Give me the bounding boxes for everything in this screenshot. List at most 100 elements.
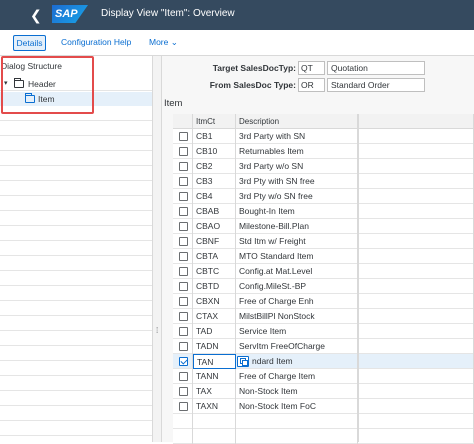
row-selector-cell[interactable] <box>173 129 193 144</box>
table-row[interactable]: CBXN Free of Charge Enh <box>173 294 474 309</box>
row-checkbox[interactable] <box>179 252 188 261</box>
itmct-cell[interactable]: CBTC <box>193 264 236 279</box>
row-selector-cell[interactable] <box>173 294 193 309</box>
row-checkbox[interactable] <box>179 312 188 321</box>
itmct-cell[interactable]: CBAO <box>193 219 236 234</box>
table-row[interactable]: CB1 3rd Party with SN <box>173 129 474 144</box>
table-row[interactable]: TAD Service Item <box>173 324 474 339</box>
row-checkbox[interactable] <box>179 222 188 231</box>
row-checkbox[interactable] <box>179 342 188 351</box>
row-checkbox[interactable] <box>179 162 188 171</box>
description-cell: MTO Standard Item <box>236 249 358 264</box>
itmct-cell[interactable]: CB4 <box>193 189 236 204</box>
empty-cell <box>358 384 474 399</box>
table-row[interactable]: TANN Free of Charge Item <box>173 369 474 384</box>
row-selector-cell[interactable] <box>173 234 193 249</box>
table-row[interactable]: CBNF Std Itm w/ Freight <box>173 234 474 249</box>
row-checkbox[interactable] <box>179 402 188 411</box>
row-checkbox[interactable] <box>179 147 188 156</box>
itmct-cell[interactable]: TADN <box>193 339 236 354</box>
row-selector-cell[interactable] <box>173 249 193 264</box>
itmct-cell[interactable]: CBNF <box>193 234 236 249</box>
configuration-help-button[interactable]: Configuration Help <box>61 35 131 51</box>
details-button[interactable]: Details <box>13 35 46 51</box>
row-selector-cell[interactable] <box>173 279 193 294</box>
itmct-cell[interactable]: CTAX <box>193 309 236 324</box>
row-selector-cell[interactable] <box>173 174 193 189</box>
row-selector-cell[interactable] <box>173 264 193 279</box>
table-row[interactable]: CB10 Returnables Item <box>173 144 474 159</box>
column-header-description[interactable]: Description <box>236 114 358 129</box>
row-checkbox[interactable] <box>179 282 188 291</box>
itmct-cell[interactable]: CBXN <box>193 294 236 309</box>
row-checkbox[interactable] <box>179 267 188 276</box>
table-row[interactable]: CBAO Milestone-Bill.Plan <box>173 219 474 234</box>
itmct-cell[interactable]: TAX <box>193 384 236 399</box>
back-icon[interactable]: ❮ <box>30 6 44 24</box>
itmct-cell[interactable] <box>193 414 236 429</box>
itmct-cell[interactable]: CBAB <box>193 204 236 219</box>
row-selector-cell[interactable] <box>173 189 193 204</box>
itmct-cell[interactable]: TAN <box>193 354 236 369</box>
row-selector-cell[interactable] <box>173 219 193 234</box>
row-checkbox[interactable] <box>179 387 188 396</box>
row-selector-cell[interactable] <box>173 384 193 399</box>
sap-logo[interactable]: SAP <box>52 5 88 23</box>
row-checkbox[interactable] <box>179 357 188 366</box>
row-selector-cell[interactable] <box>173 309 193 324</box>
itmct-cell[interactable]: TANN <box>193 369 236 384</box>
select-all-header[interactable] <box>173 114 193 129</box>
row-selector-cell[interactable] <box>173 369 193 384</box>
itmct-cell[interactable]: CB1 <box>193 129 236 144</box>
empty-cell <box>358 339 474 354</box>
pane-splitter[interactable]: ⁞ <box>152 56 162 442</box>
row-selector-cell[interactable] <box>173 354 193 369</box>
itmct-cell[interactable]: CB10 <box>193 144 236 159</box>
empty-cell <box>358 129 474 144</box>
row-selector-cell[interactable] <box>173 144 193 159</box>
table-row[interactable]: TADN ServItm FreeOfCharge <box>173 339 474 354</box>
table-row[interactable]: TAXN Non-Stock Item FoC <box>173 399 474 414</box>
row-checkbox[interactable] <box>179 327 188 336</box>
table-row[interactable]: CTAX MilstBillPl NonStock <box>173 309 474 324</box>
table-row[interactable] <box>173 414 474 429</box>
table-row[interactable]: CBTC Config.at Mat.Level <box>173 264 474 279</box>
table-row[interactable]: CBAB Bought-In Item <box>173 204 474 219</box>
splitter-grip-icon[interactable]: ⁞ <box>156 326 158 335</box>
from-salesdoc-code-field[interactable]: OR <box>298 78 325 92</box>
table-row[interactable]: CBTA MTO Standard Item <box>173 249 474 264</box>
itmct-cell[interactable]: CB3 <box>193 174 236 189</box>
row-checkbox[interactable] <box>179 207 188 216</box>
row-selector-cell[interactable] <box>173 159 193 174</box>
table-row[interactable]: CB3 3rd Pty with SN free <box>173 174 474 189</box>
copy-icon[interactable] <box>237 356 249 367</box>
description-cell: Free of Charge Enh <box>236 294 358 309</box>
row-selector-cell[interactable] <box>173 204 193 219</box>
row-checkbox[interactable] <box>179 132 188 141</box>
row-checkbox[interactable] <box>179 297 188 306</box>
row-checkbox[interactable] <box>179 177 188 186</box>
column-header-itmct[interactable]: ItmCt <box>193 114 236 129</box>
row-selector-cell[interactable] <box>173 414 193 429</box>
row-selector-cell[interactable] <box>173 399 193 414</box>
row-checkbox[interactable] <box>179 237 188 246</box>
itmct-cell[interactable]: CBTA <box>193 249 236 264</box>
table-row[interactable]: CB2 3rd Party w/o SN <box>173 159 474 174</box>
table-row[interactable]: CB4 3rd Pty w/o SN free <box>173 189 474 204</box>
row-checkbox[interactable] <box>179 372 188 381</box>
empty-cell <box>358 159 474 174</box>
itmct-cell[interactable]: CBTD <box>193 279 236 294</box>
itmct-cell[interactable]: TAD <box>193 324 236 339</box>
table-row[interactable]: CBTD Config.MileSt.-BP <box>173 279 474 294</box>
itmct-cell[interactable]: CB2 <box>193 159 236 174</box>
row-selector-cell[interactable] <box>173 324 193 339</box>
row-checkbox[interactable] <box>179 192 188 201</box>
table-row[interactable]: TAX Non-Stock Item <box>173 384 474 399</box>
table-row[interactable]: TAN ndard Item <box>173 354 474 369</box>
target-salesdoc-code-field[interactable]: QT <box>298 61 325 75</box>
more-menu-button[interactable]: More ⌄ <box>149 35 178 51</box>
itmct-cell[interactable]: TAXN <box>193 399 236 414</box>
chevron-down-icon: ⌄ <box>170 37 178 47</box>
column-divider <box>358 114 359 442</box>
row-selector-cell[interactable] <box>173 339 193 354</box>
